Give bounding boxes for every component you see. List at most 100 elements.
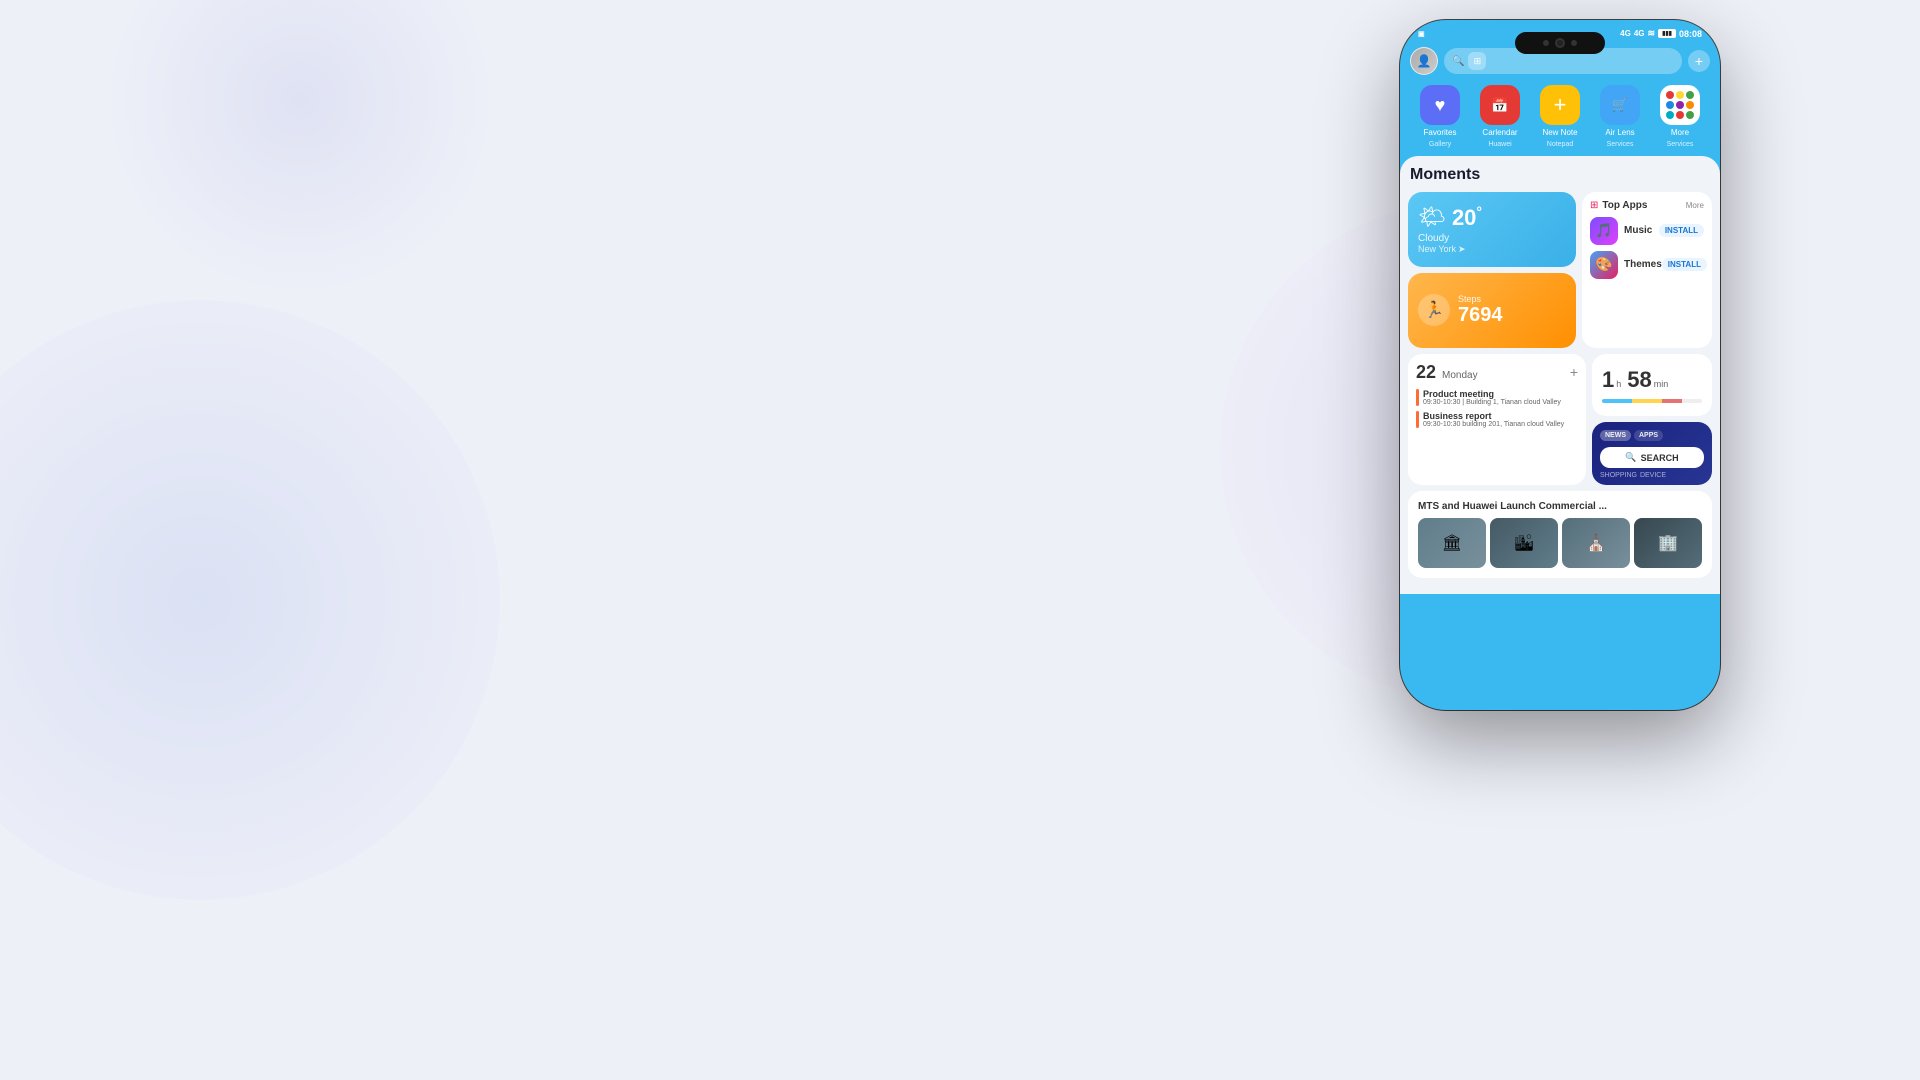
phone-device: ▣ 4G 4G ≋ ▮▮▮ 08:08 👤 🔍 ⊞: [1400, 20, 1720, 720]
calendar-widget[interactable]: 22 Monday + Product meeting 09:30-10:30 …: [1408, 354, 1586, 485]
signal2-icon: 4G: [1634, 29, 1645, 38]
event-time-2: 09:30-10:30 building 201, Tianan cloud V…: [1423, 421, 1578, 428]
phone-screen: ▣ 4G 4G ≋ ▮▮▮ 08:08 👤 🔍 ⊞: [1400, 20, 1720, 710]
news-images: 🏛 🏙 ⛪ 🏢: [1418, 518, 1702, 568]
themes-install-button[interactable]: INSTALL: [1662, 258, 1707, 271]
search-tag-device: DEVICE: [1640, 472, 1666, 479]
steps-count: 7694: [1458, 304, 1503, 327]
news-img-placeholder-3: ⛪: [1562, 518, 1630, 568]
event-title-2: Business report: [1423, 411, 1578, 421]
search-widget-label: SEARCH: [1641, 453, 1679, 463]
event-bar-1: [1416, 389, 1419, 406]
weather-city: New York ➤: [1418, 244, 1566, 255]
favorites-icon: ♥: [1420, 85, 1460, 125]
app-item-new-note[interactable]: + New Note Notepad: [1535, 85, 1585, 148]
notch-camera: [1555, 38, 1565, 48]
search-tag-news: NEWS: [1600, 430, 1631, 441]
steps-widget[interactable]: 🏃 Steps 7694: [1408, 273, 1576, 348]
top-apps-header: ⊞ Top Apps More: [1590, 200, 1704, 211]
weather-condition-icon: 🌤: [1418, 204, 1446, 230]
calendar-event-1: Product meeting 09:30-10:30 | Building 1…: [1416, 389, 1578, 406]
calendar-day-name: Monday: [1442, 370, 1478, 381]
news-image-4: 🏢: [1634, 518, 1702, 568]
calendar-day-number: 22: [1416, 362, 1436, 383]
music-app-icon: 🎵: [1590, 217, 1618, 245]
app-item-calendar[interactable]: 📅 Carlendar Huawei: [1475, 85, 1525, 148]
event-bar-2: [1416, 411, 1419, 428]
content-area: Moments 🌤 20°: [1400, 156, 1720, 594]
widgets-row1: 🌤 20° Cloudy New York ➤: [1408, 192, 1712, 348]
top-apps-grid-icon: ⊞: [1590, 200, 1598, 211]
themes-app-name: Themes: [1624, 259, 1662, 270]
search-tag-shopping: SHOPPING: [1600, 472, 1637, 479]
calendar-icon: 📅: [1480, 85, 1520, 125]
news-img-placeholder-4: 🏢: [1634, 518, 1702, 568]
bg-decoration-topleft: [100, 0, 500, 300]
weather-temperature: 20°: [1452, 205, 1482, 230]
timer-search-col: 1 h 58 min NEWS APPS: [1592, 354, 1712, 485]
widgets-row2: 22 Monday + Product meeting 09:30-10:30 …: [1408, 354, 1712, 485]
app-item-air-lens[interactable]: 🛒 Air Lens Services: [1595, 85, 1645, 148]
weather-widget[interactable]: 🌤 20° Cloudy New York ➤: [1408, 192, 1576, 267]
news-headline: MTS and Huawei Launch Commercial ...: [1418, 501, 1702, 512]
app-item-favorites[interactable]: ♥ Favorites Gallery: [1415, 85, 1465, 148]
calendar-event-2: Business report 09:30-10:30 building 201…: [1416, 411, 1578, 428]
signal-icon: 4G: [1620, 29, 1631, 38]
app-item-more[interactable]: More Services: [1655, 85, 1705, 148]
status-icons: 4G 4G ≋ ▮▮▮ 08:08: [1620, 28, 1702, 39]
steps-info: Steps 7694: [1458, 294, 1503, 327]
calendar-add-button[interactable]: +: [1570, 364, 1578, 380]
battery-icon: ▮▮▮: [1658, 29, 1676, 38]
search-tag-apps: APPS: [1634, 430, 1663, 441]
event-time-1: 09:30-10:30 | Building 1, Tianan cloud V…: [1423, 399, 1578, 406]
moments-title: Moments: [1408, 166, 1712, 184]
notch-dot: [1571, 40, 1577, 46]
top-apps-music-row: 🎵 Music INSTALL: [1590, 217, 1704, 245]
news-image-3: ⛪: [1562, 518, 1630, 568]
calendar-header: 22 Monday +: [1416, 362, 1578, 383]
timer-hours: 1: [1602, 367, 1614, 393]
wifi-icon: ≋: [1648, 28, 1656, 39]
top-apps-widget: ⊞ Top Apps More 🎵 Music INSTALL: [1582, 192, 1712, 348]
news-image-2: 🏙: [1490, 518, 1558, 568]
air-lens-icon: 🛒: [1600, 85, 1640, 125]
timer-widget[interactable]: 1 h 58 min: [1592, 354, 1712, 417]
music-install-button[interactable]: INSTALL: [1659, 224, 1704, 237]
apps-row: ♥ Favorites Gallery 📅 Carlendar Huawei +…: [1400, 79, 1720, 156]
add-icon[interactable]: +: [1688, 50, 1710, 72]
search-bottom-tags: SHOPPING DEVICE: [1600, 472, 1704, 479]
themes-app-icon: 🎨: [1590, 251, 1618, 279]
news-widget[interactable]: MTS and Huawei Launch Commercial ... 🏛 🏙…: [1408, 491, 1712, 578]
new-note-icon: +: [1540, 85, 1580, 125]
timer-progress-bar: [1602, 399, 1702, 403]
avatar[interactable]: 👤: [1410, 47, 1438, 75]
search-widget-tags: NEWS APPS: [1600, 430, 1704, 441]
notch-sensor: [1543, 40, 1549, 46]
search-widget-search-icon: 🔍: [1625, 452, 1636, 463]
timer-h-label: h: [1616, 379, 1621, 389]
top-apps-title: Top Apps: [1602, 200, 1647, 211]
search-widget[interactable]: NEWS APPS 🔍 SEARCH SHOPPING DEVICE: [1592, 422, 1712, 485]
timer-display: 1 h 58 min: [1602, 367, 1668, 393]
scan-icon[interactable]: ⊞: [1468, 52, 1486, 70]
phone-body: ▣ 4G 4G ≋ ▮▮▮ 08:08 👤 🔍 ⊞: [1400, 20, 1720, 710]
status-time: 08:08: [1679, 29, 1702, 39]
music-app-name: Music: [1624, 225, 1652, 236]
weather-condition-text: Cloudy: [1418, 233, 1566, 244]
steps-run-icon: 🏃: [1418, 294, 1450, 326]
phone-notch: [1515, 32, 1605, 54]
timer-m-label: min: [1654, 379, 1669, 389]
top-apps-themes-row: 🎨 Themes INSTALL: [1590, 251, 1704, 279]
status-carrier: ▣: [1418, 28, 1425, 39]
weather-steps-col: 🌤 20° Cloudy New York ➤: [1408, 192, 1576, 348]
news-img-placeholder-1: 🏛: [1418, 518, 1486, 568]
news-img-placeholder-2: 🏙: [1490, 518, 1558, 568]
top-apps-more-link[interactable]: More: [1686, 201, 1704, 210]
bg-decoration-left: [0, 300, 500, 900]
search-icon: 🔍: [1452, 56, 1464, 67]
timer-mins: 58: [1627, 367, 1651, 393]
search-widget-button[interactable]: 🔍 SEARCH: [1600, 447, 1704, 468]
event-title-1: Product meeting: [1423, 389, 1578, 399]
news-image-1: 🏛: [1418, 518, 1486, 568]
steps-label: Steps: [1458, 294, 1503, 304]
